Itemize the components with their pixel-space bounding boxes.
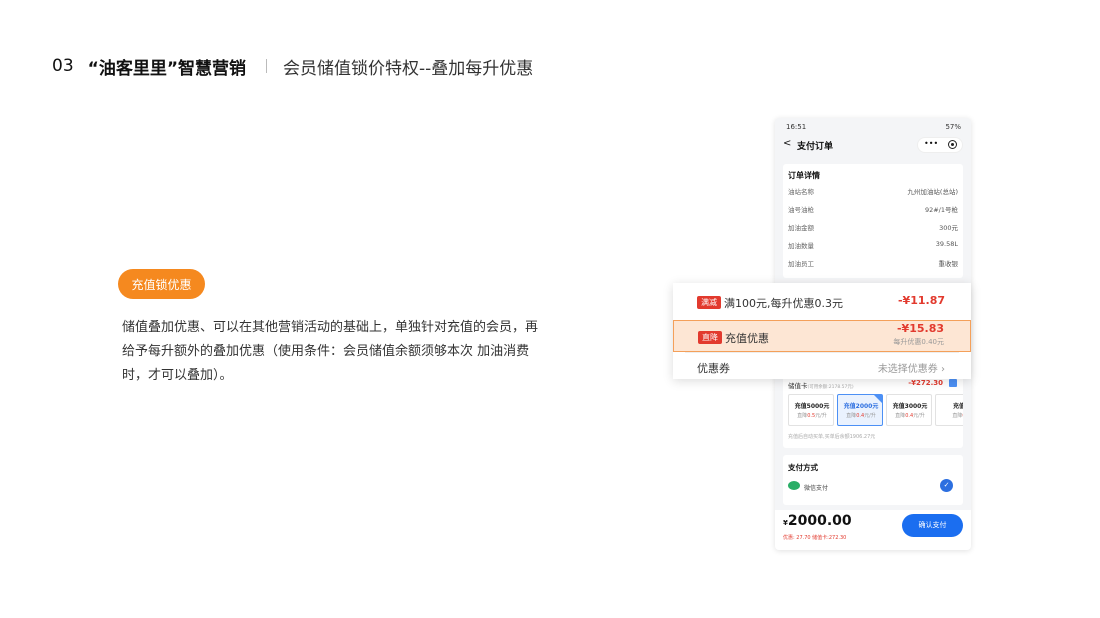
battery-indicator: 57% xyxy=(945,123,961,131)
recharge-discount-text: 充值优惠 xyxy=(725,332,769,345)
close-target-icon[interactable] xyxy=(948,140,957,149)
order-row-label: 加油金额 xyxy=(788,224,814,232)
wechat-pay-icon xyxy=(788,481,800,490)
miniprogram-capsule[interactable]: ••• xyxy=(917,137,963,153)
coupon-select[interactable]: 未选择优惠券 › xyxy=(878,360,945,375)
recharge-discount-amount: -¥15.83 xyxy=(896,322,944,335)
nav-bar: < 支付订单 ••• xyxy=(775,134,971,156)
recharge-note: 充值后自动买单,买单后余额1906.27元 xyxy=(788,434,876,440)
wechat-pay-label[interactable]: 微信支付 xyxy=(804,483,828,492)
order-row-label: 加油数量 xyxy=(788,242,814,250)
back-icon[interactable]: < xyxy=(783,138,791,149)
order-row-label: 加油员工 xyxy=(788,260,814,268)
feature-pill: 充值锁优惠 xyxy=(118,269,205,299)
order-row-value: 92#/1号枪 xyxy=(924,206,958,214)
slide-header: 03 “油客里里”智慧营销 会员储值锁价特权--叠加每升优惠 xyxy=(52,54,534,79)
order-row: 加油员工 重收银 xyxy=(788,258,958,270)
feature-description: 储值叠加优惠、可以在其他营销活动的基础上，单独针对充值的会员，再给予每升额外的叠… xyxy=(122,320,539,383)
status-time: 16:51 xyxy=(786,123,807,131)
order-row-value: 39.58L xyxy=(935,240,958,248)
order-row: 加油数量 39.58L xyxy=(788,240,958,252)
coupon-label: 优惠券 xyxy=(697,362,730,375)
recharge-option-selected[interactable]: 充值2000元 直降0.4元/升 xyxy=(837,394,883,426)
order-details-title: 订单详情 xyxy=(788,171,820,180)
header-divider xyxy=(266,59,267,73)
discount-summary: 优惠: 27.70 储值卡:272.30 xyxy=(783,535,847,541)
recharge-option[interactable]: 充值5000元 直降0.5元/升 xyxy=(788,394,834,426)
full-reduction-tag: 满减 xyxy=(697,296,721,309)
order-row-value: 九州加油站(总站) xyxy=(907,188,958,196)
recharge-option[interactable]: 充值3000元 直降0.4元/升 xyxy=(886,394,932,426)
brand-title: “油客里里”智慧营销 xyxy=(87,58,246,79)
order-details-card: 订单详情 油站名称 九州加油站(总站) 油号油枪 92#/1号枪 加油金额 30… xyxy=(783,164,963,278)
full-reduction-text: 满100元,每升优惠0.3元 xyxy=(724,297,843,310)
slide-subtitle: 会员储值锁价特权--叠加每升优惠 xyxy=(283,58,534,79)
order-row-value: 300元 xyxy=(939,224,958,232)
discount-row-recharge: 直降 充值优惠 -¥15.83 每升优惠0.40元 xyxy=(673,320,971,352)
section-number: 03 xyxy=(52,56,74,76)
direct-discount-tag: 直降 xyxy=(698,331,722,344)
confirm-pay-button[interactable]: 确认支付 xyxy=(902,514,963,537)
chevron-right-icon: › xyxy=(941,364,945,375)
recharge-option[interactable]: 充值 直降0 xyxy=(935,394,963,426)
discount-row-full-reduction: 满减 满100元,每升优惠0.3元 -¥11.87 xyxy=(673,286,971,318)
stored-value-card: 储值卡(可用余额:2178.57元) -¥272.30 充值5000元 直降0.… xyxy=(783,374,963,448)
order-row: 油站名称 九州加油站(总站) xyxy=(788,186,958,198)
full-reduction-amount: -¥11.87 xyxy=(897,294,945,307)
discount-panel: 满减 满100元,每升优惠0.3元 -¥11.87 直降 充值优惠 -¥15.8… xyxy=(673,283,971,379)
coupon-row[interactable]: 优惠券 未选择优惠券 › xyxy=(673,351,971,383)
order-row-value: 重收银 xyxy=(938,260,959,268)
page-title: 支付订单 xyxy=(797,142,834,152)
order-row: 油号油枪 92#/1号枪 xyxy=(788,204,958,216)
check-icon[interactable]: ✓ xyxy=(940,479,953,492)
stored-value-balance: (可用余额:2178.57元) xyxy=(807,385,854,390)
payment-method-title: 支付方式 xyxy=(788,463,818,472)
recharge-options: 充值5000元 直降0.5元/升 充值2000元 直降0.4元/升 充值3000… xyxy=(788,394,963,428)
checkout-bar: ¥2000.00 优惠: 27.70 储值卡:272.30 确认支付 xyxy=(775,510,971,550)
total-amount: ¥2000.00 xyxy=(783,513,852,529)
recharge-discount-per-liter: 每升优惠0.40元 xyxy=(893,338,944,346)
order-row: 加油金额 300元 xyxy=(788,222,958,234)
order-row-label: 油号油枪 xyxy=(788,206,814,214)
order-row-label: 油站名称 xyxy=(788,188,814,196)
more-icon[interactable]: ••• xyxy=(924,139,938,148)
payment-method-card: 支付方式 微信支付 ✓ xyxy=(783,455,963,505)
